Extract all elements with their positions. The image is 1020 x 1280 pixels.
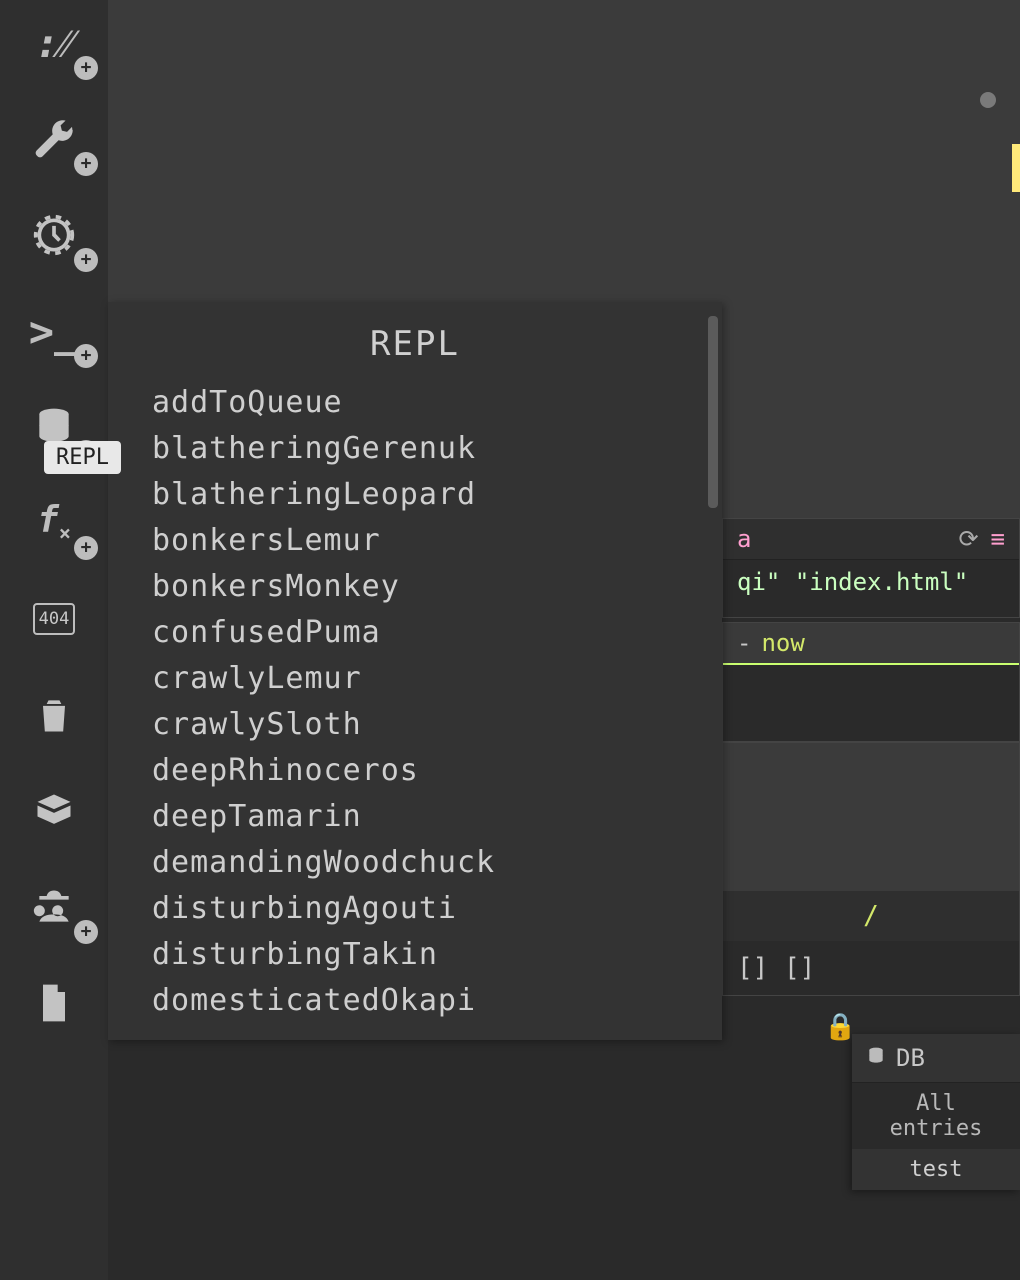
repl-item[interactable]: addToQueue xyxy=(152,380,698,426)
scrollbar[interactable] xyxy=(708,316,718,508)
plus-icon[interactable]: + xyxy=(74,920,98,944)
status-dot xyxy=(980,92,996,108)
prompt-icon: >_ xyxy=(31,308,77,354)
menu-icon[interactable]: ≡ xyxy=(991,525,1005,553)
clojure-logo-icon: :⁄⁄ xyxy=(31,20,77,66)
repl-item[interactable]: confusedPuma xyxy=(152,610,698,656)
database-icon xyxy=(866,1044,886,1072)
db-subtitle: All entries xyxy=(852,1083,1020,1149)
panel-file: a ⟳ ≡ qi" "index.html" xyxy=(722,518,1020,618)
repl-item[interactable]: deepRhinoceros xyxy=(152,748,698,794)
panel-now-body xyxy=(723,665,1019,729)
rail-box[interactable] xyxy=(16,780,92,842)
plus-icon[interactable]: + xyxy=(74,56,98,80)
wrench-icon xyxy=(31,116,77,162)
rail-gauge[interactable]: + xyxy=(16,204,92,266)
repl-item[interactable]: blatheringLeopard xyxy=(152,472,698,518)
string-literal: "index.html" xyxy=(795,568,968,596)
rail-tooltip: REPL xyxy=(44,441,121,474)
repl-item[interactable]: bonkersLemur xyxy=(152,518,698,564)
plus-icon[interactable]: + xyxy=(74,536,98,560)
rail-trash[interactable] xyxy=(16,684,92,746)
panel-route: / [] [] xyxy=(722,742,1020,996)
repl-panel: REPL addToQueue blatheringGerenuk blathe… xyxy=(108,302,722,1040)
string-literal: qi" xyxy=(737,568,780,596)
rail-file[interactable] xyxy=(16,972,92,1034)
repl-list: addToQueue blatheringGerenuk blatheringL… xyxy=(108,380,722,1024)
file-icon xyxy=(31,980,77,1026)
fn-name: now xyxy=(761,629,804,657)
db-title: DB xyxy=(896,1044,925,1072)
repl-item[interactable]: blatheringGerenuk xyxy=(152,426,698,472)
plus-icon[interactable]: + xyxy=(74,344,98,368)
db-head[interactable]: DB xyxy=(852,1034,1020,1083)
fx-icon: f× xyxy=(31,500,77,546)
repl-item[interactable]: deepTamarin xyxy=(152,794,698,840)
lock-icon: 🔒 xyxy=(824,1012,856,1042)
rail-logo[interactable]: :⁄⁄ + xyxy=(16,12,92,74)
panel-now: - now xyxy=(722,622,1020,742)
panel-route-meta: / xyxy=(723,891,1019,941)
icon-rail: :⁄⁄ + + + >_ + + f× + xyxy=(0,0,108,1280)
repl-title: REPL xyxy=(108,302,722,380)
panel-file-body: qi" "index.html" xyxy=(723,560,1019,604)
repl-item[interactable]: domesticatedOkapi xyxy=(152,978,698,1024)
gauge-icon xyxy=(31,212,77,258)
rail-fx[interactable]: f× + xyxy=(16,492,92,554)
rail-spy[interactable]: + xyxy=(16,876,92,938)
404-icon: 404 xyxy=(31,596,77,642)
refresh-icon[interactable]: ⟳ xyxy=(958,525,978,553)
repl-item[interactable]: disturbingTakin xyxy=(152,932,698,978)
db-row[interactable]: test xyxy=(852,1149,1020,1190)
panel-file-head: a ⟳ ≡ xyxy=(723,519,1019,560)
panel-now-head: - now xyxy=(723,623,1019,665)
repl-item[interactable]: crawlySloth xyxy=(152,702,698,748)
plus-icon[interactable]: + xyxy=(74,248,98,272)
dash: - xyxy=(737,629,751,657)
repl-item[interactable]: crawlyLemur xyxy=(152,656,698,702)
rail-prompt[interactable]: >_ + xyxy=(16,300,92,362)
trash-icon xyxy=(31,692,77,738)
panel-route-body: [] [] xyxy=(723,941,1019,995)
repl-item[interactable]: demandingWoodchuck xyxy=(152,840,698,886)
accent-sliver xyxy=(1012,144,1020,192)
plus-icon[interactable]: + xyxy=(74,152,98,176)
box-open-icon xyxy=(31,788,77,834)
panel-head-text: a xyxy=(737,525,751,553)
db-panel: 🔒 DB All entries test xyxy=(852,1034,1020,1190)
spy-icon xyxy=(31,884,77,930)
rail-wrench[interactable]: + xyxy=(16,108,92,170)
repl-item[interactable]: disturbingAgouti xyxy=(152,886,698,932)
route-slash: / xyxy=(863,901,879,931)
panel-route-pad xyxy=(723,743,1019,891)
repl-item[interactable]: bonkersMonkey xyxy=(152,564,698,610)
rail-404[interactable]: 404 xyxy=(16,588,92,650)
